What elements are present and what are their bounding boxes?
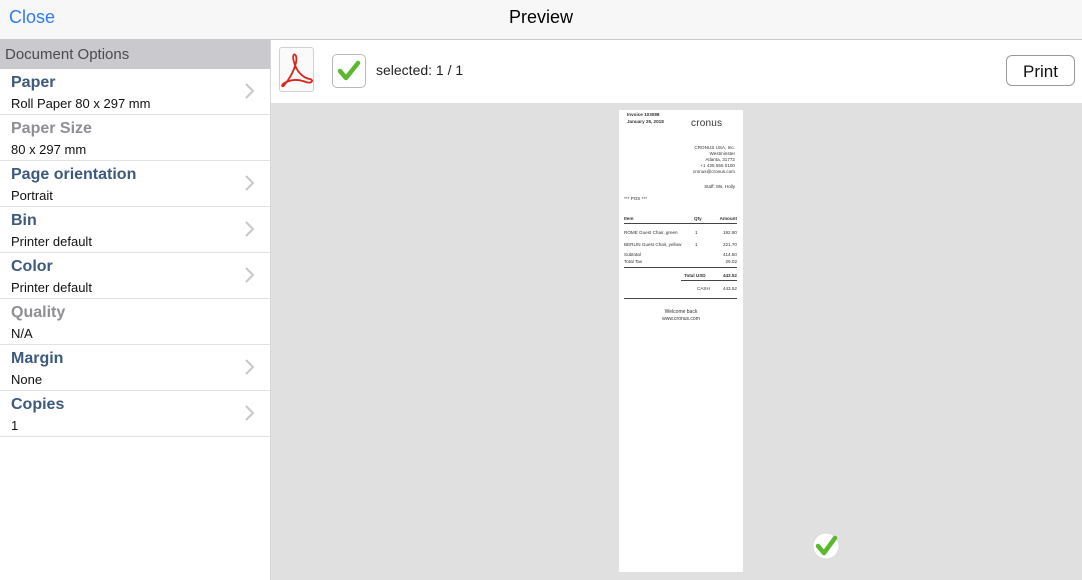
chevron-right-icon xyxy=(245,175,254,191)
option-value: None xyxy=(11,372,43,387)
option-paper-size: Paper Size 80 x 297 mm xyxy=(0,115,270,161)
option-label: Paper xyxy=(11,74,56,91)
selection-count: selected: 1 / 1 xyxy=(376,62,464,78)
column-header-item: Item xyxy=(624,216,634,221)
page-selected-checkmark-icon[interactable] xyxy=(812,532,840,560)
column-header-qty: Qty xyxy=(694,216,702,221)
option-value: Roll Paper 80 x 297 mm xyxy=(11,96,151,111)
footer-greeting: Welcome back xyxy=(664,309,698,315)
line-item-qty: 1 xyxy=(695,230,698,235)
option-value: Printer default xyxy=(11,280,92,295)
subtotal-label: Subtotal xyxy=(624,252,641,257)
footer-url: www.cronus.com xyxy=(662,316,700,322)
select-all-checkbox[interactable] xyxy=(332,54,366,88)
subtotal-value: 414.50 xyxy=(722,252,737,257)
tax-label: Total Tax xyxy=(624,259,643,264)
column-header-amount: Amount xyxy=(719,216,737,221)
chevron-right-icon xyxy=(245,221,254,237)
option-value: N/A xyxy=(11,326,33,341)
adobe-pdf-icon xyxy=(281,53,313,88)
line-item-amount: 221.70 xyxy=(722,242,737,247)
company-logo: cronus xyxy=(691,118,723,129)
chevron-right-icon xyxy=(245,405,254,421)
option-label: Margin xyxy=(11,350,64,367)
option-color[interactable]: Color Printer default xyxy=(0,253,270,299)
option-margin[interactable]: Margin None xyxy=(0,345,270,391)
cash-label: CASH xyxy=(697,286,710,291)
option-quality: Quality N/A xyxy=(0,299,270,345)
document-preview: Invoice 103088 January 25, 2018 cronus C… xyxy=(271,103,1082,580)
line-item-amount: 192.80 xyxy=(722,230,737,235)
option-copies[interactable]: Copies 1 xyxy=(0,391,270,437)
print-button[interactable]: Print xyxy=(1006,55,1075,86)
checkmark-icon xyxy=(337,60,361,81)
preview-toolbar: selected: 1 / 1 Print xyxy=(271,40,1082,103)
total-label: Total USD xyxy=(684,273,706,278)
option-label: Page orientation xyxy=(11,166,137,183)
chevron-right-icon xyxy=(245,83,254,99)
option-value: Printer default xyxy=(11,234,92,249)
invoice-date: January 25, 2018 xyxy=(627,119,664,124)
section-header: Document Options xyxy=(0,40,270,69)
document-options-sidebar: Document Options Paper Roll Paper 80 x 2… xyxy=(0,40,271,580)
divider xyxy=(681,280,737,281)
divider xyxy=(624,298,737,299)
option-value: Portrait xyxy=(11,188,53,203)
pdf-icon[interactable] xyxy=(279,47,314,92)
line-item-name: ROME Guest Chair, green xyxy=(624,230,678,235)
divider xyxy=(624,223,737,224)
chevron-right-icon xyxy=(245,267,254,283)
option-label: Bin xyxy=(11,212,37,229)
tax-value: 29.02 xyxy=(725,259,738,264)
option-label: Quality xyxy=(11,304,66,321)
option-paper[interactable]: Paper Roll Paper 80 x 297 mm xyxy=(0,69,270,115)
option-label: Color xyxy=(11,258,53,275)
option-value: 1 xyxy=(11,418,19,433)
page-title: Preview xyxy=(508,7,574,27)
line-item-name: BERLIN Guest Chair, yellow xyxy=(624,242,682,247)
invoice-number: Invoice 103088 xyxy=(627,112,660,117)
company-email: cronus@cronus.com xyxy=(692,169,735,174)
cash-value: 443.52 xyxy=(722,286,737,291)
option-label: Paper Size xyxy=(11,120,92,137)
preview-area: selected: 1 / 1 Print Invoice 103088 Jan… xyxy=(271,40,1082,580)
option-bin[interactable]: Bin Printer default xyxy=(0,207,270,253)
total-value: 443.52 xyxy=(722,273,737,278)
option-page-orientation[interactable]: Page orientation Portrait xyxy=(0,161,270,207)
line-item-qty: 1 xyxy=(695,242,698,247)
pos-label: *** POS *** xyxy=(624,196,647,201)
navigation-bar: Close Preview xyxy=(0,0,1082,40)
option-value: 80 x 297 mm xyxy=(11,142,87,157)
option-label: Copies xyxy=(11,396,65,413)
receipt-page[interactable]: Invoice 103088 January 25, 2018 cronus C… xyxy=(619,110,743,572)
staff-name: Staff: Ms. Holly xyxy=(704,184,735,189)
divider xyxy=(624,267,737,268)
chevron-right-icon xyxy=(245,359,254,375)
